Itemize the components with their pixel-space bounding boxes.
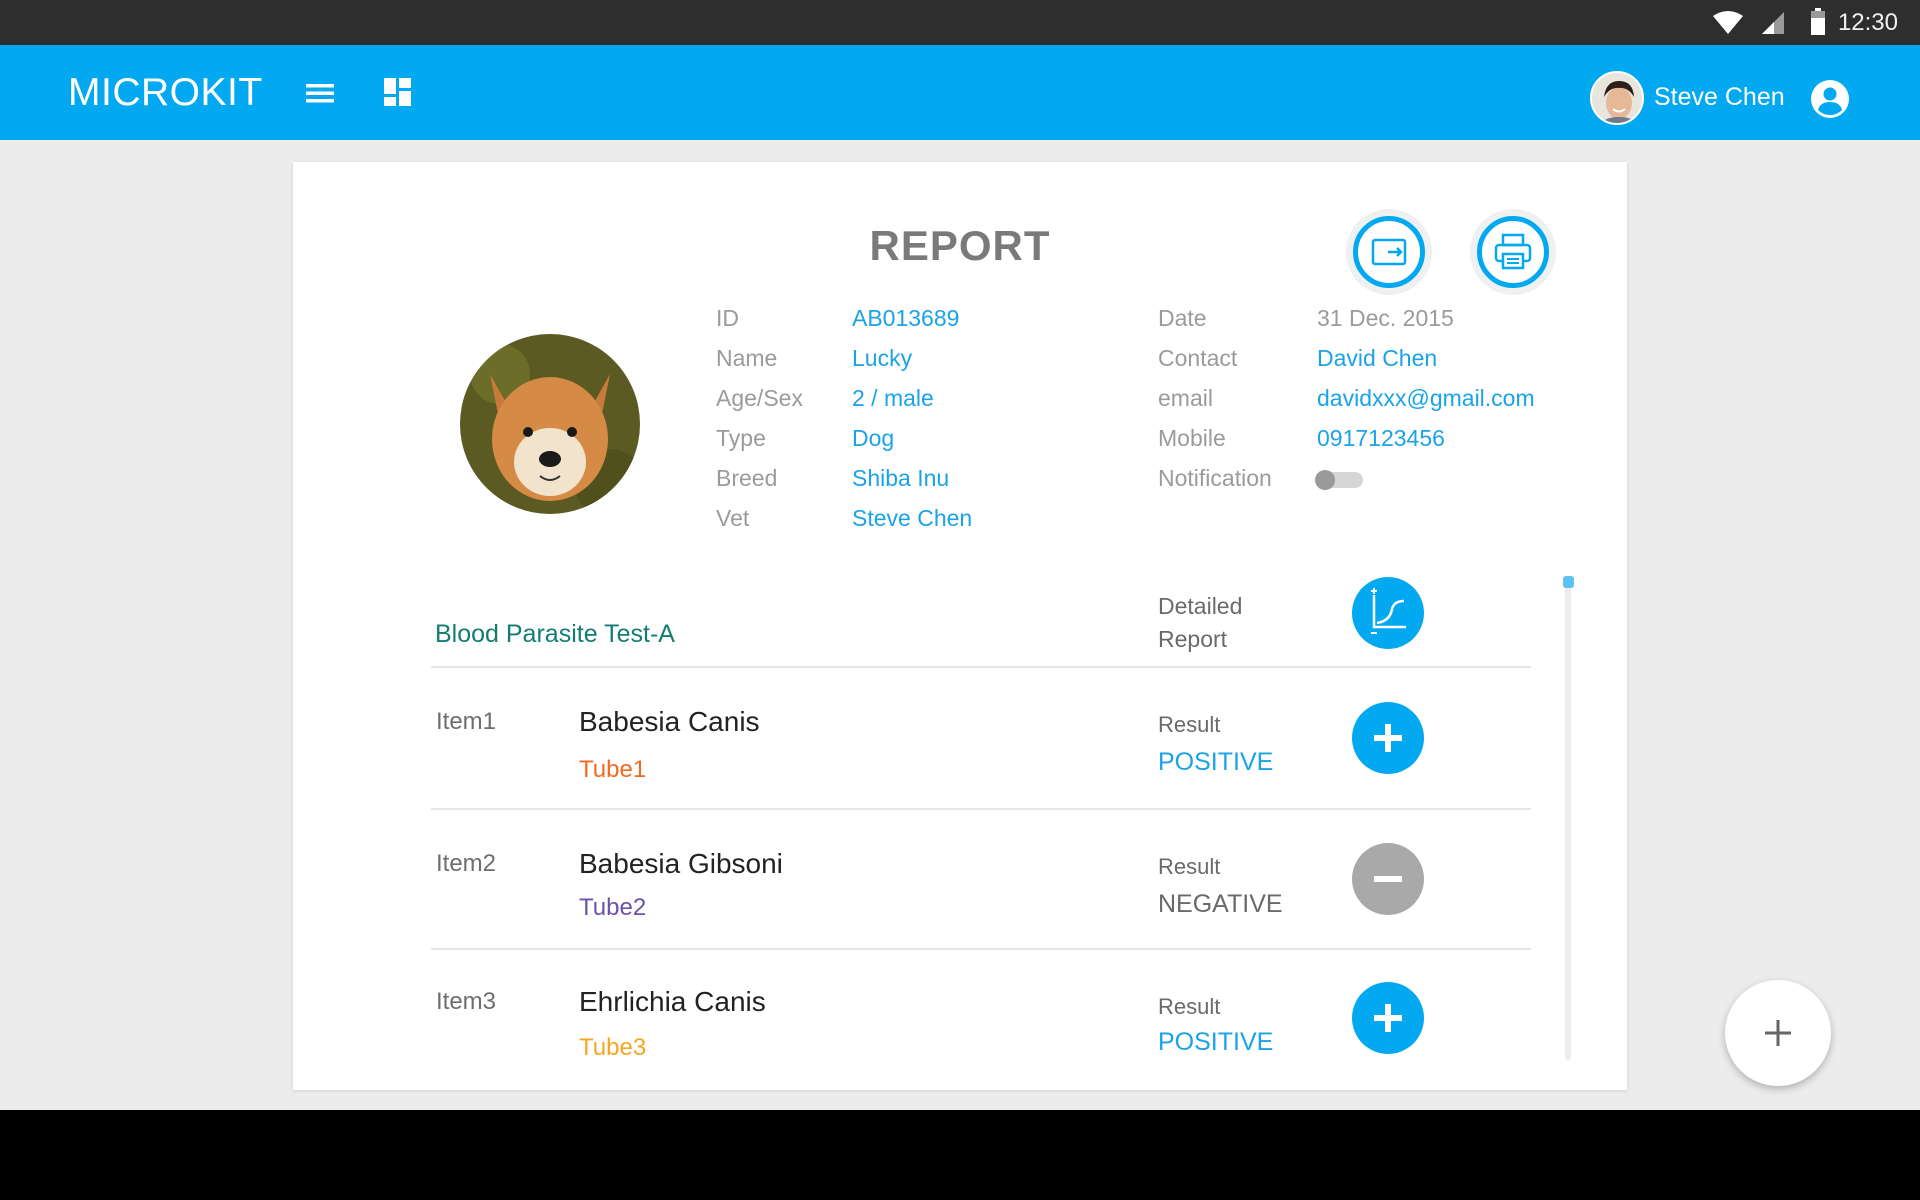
scrollbar-thumb[interactable] bbox=[1563, 576, 1574, 588]
name-label: Name bbox=[716, 345, 778, 371]
status-time: 12:30 bbox=[1837, 9, 1898, 36]
result-value: NEGATIVE bbox=[1158, 890, 1283, 918]
notification-label: Notification bbox=[1158, 465, 1272, 491]
item-tube: Tube3 bbox=[579, 1034, 647, 1061]
pet-photo bbox=[460, 334, 640, 514]
system-navigation-bar bbox=[0, 1110, 1920, 1200]
report-date: 31 Dec. 2015 bbox=[1317, 305, 1454, 331]
item-tube: Tube2 bbox=[579, 894, 647, 921]
vet-label: Vet bbox=[716, 505, 750, 531]
divider bbox=[431, 808, 1531, 810]
result-label: Result bbox=[1158, 712, 1221, 737]
minus-icon bbox=[1374, 876, 1402, 882]
dashboard-icon[interactable] bbox=[380, 74, 416, 110]
patient-info: ID AB013689 Name Lucky Age/Sex 2 / male Typ… bbox=[716, 298, 972, 538]
export-icon bbox=[1371, 238, 1407, 266]
plus-icon bbox=[1765, 1020, 1791, 1046]
type-label: Type bbox=[716, 425, 766, 451]
app-bar: MICROKIT Steve Chen bbox=[0, 45, 1920, 140]
item-label: Item3 bbox=[436, 988, 497, 1015]
plus-icon bbox=[1374, 724, 1402, 752]
owner-contact[interactable]: David Chen bbox=[1317, 338, 1437, 378]
patient-type: Dog bbox=[852, 425, 895, 451]
positive-result-button[interactable] bbox=[1352, 982, 1424, 1054]
toggle-knob bbox=[1315, 469, 1335, 490]
print-icon bbox=[1494, 233, 1532, 270]
export-button[interactable] bbox=[1346, 209, 1432, 295]
breed-label: Breed bbox=[716, 465, 778, 491]
detailed-report-label: Detailed Report bbox=[1158, 590, 1242, 656]
patient-id: AB013689 bbox=[852, 305, 960, 331]
owner-info: Date 31 Dec. 2015 Contact David Chen email… bbox=[1158, 298, 1535, 498]
detailed-report-button[interactable] bbox=[1352, 577, 1424, 649]
notification-toggle[interactable] bbox=[1315, 469, 1363, 490]
owner-email[interactable]: davidxxx@gmail.com bbox=[1317, 378, 1535, 418]
positive-result-button[interactable] bbox=[1352, 702, 1424, 774]
status-bar: 12:30 bbox=[0, 0, 1920, 45]
age-sex-label: Age/Sex bbox=[716, 385, 803, 411]
signal-icon bbox=[1762, 12, 1784, 34]
account-icon[interactable] bbox=[1810, 79, 1850, 119]
app-brand: MICROKIT bbox=[68, 71, 263, 114]
scrollbar-track[interactable] bbox=[1565, 580, 1571, 1060]
plus-icon bbox=[1374, 1004, 1402, 1032]
divider bbox=[431, 948, 1531, 950]
menu-icon[interactable] bbox=[300, 75, 340, 111]
report-card: REPORT ID AB013689 Name Lucky Age/Sex 2 … bbox=[293, 162, 1627, 1090]
result-value: POSITIVE bbox=[1158, 748, 1274, 776]
wifi-icon bbox=[1713, 11, 1743, 34]
divider bbox=[431, 666, 1531, 668]
result-label: Result bbox=[1158, 994, 1221, 1019]
date-label: Date bbox=[1158, 305, 1207, 331]
add-fab-button[interactable] bbox=[1725, 980, 1831, 1086]
mobile-label: Mobile bbox=[1158, 425, 1226, 451]
item-tube: Tube1 bbox=[579, 756, 647, 783]
detailed-label-line1: Detailed bbox=[1158, 593, 1243, 619]
battery-icon bbox=[1811, 8, 1825, 35]
user-avatar[interactable] bbox=[1590, 71, 1644, 125]
curve-chart-icon bbox=[1371, 588, 1406, 634]
patient-breed: Shiba Inu bbox=[852, 465, 950, 491]
item-label: Item1 bbox=[436, 708, 497, 735]
email-label: email bbox=[1158, 385, 1213, 411]
id-label: ID bbox=[716, 305, 739, 331]
contact-label: Contact bbox=[1158, 345, 1238, 371]
patient-age-sex: 2 / male bbox=[852, 385, 934, 411]
patient-vet: Steve Chen bbox=[852, 505, 973, 531]
item-label: Item2 bbox=[436, 850, 497, 877]
patient-name: Lucky bbox=[852, 345, 913, 371]
print-button[interactable] bbox=[1470, 209, 1556, 295]
item-name: Babesia Gibsoni bbox=[579, 848, 783, 879]
user-name[interactable]: Steve Chen bbox=[1654, 83, 1785, 112]
owner-mobile[interactable]: 0917123456 bbox=[1317, 418, 1445, 458]
negative-result-button[interactable] bbox=[1352, 843, 1424, 915]
detailed-label-line2: Report bbox=[1158, 626, 1228, 652]
item-name: Babesia Canis bbox=[579, 706, 760, 737]
result-value: POSITIVE bbox=[1158, 1028, 1274, 1056]
result-label: Result bbox=[1158, 854, 1221, 879]
test-name: Blood Parasite Test-A bbox=[435, 620, 675, 648]
item-name: Ehrlichia Canis bbox=[579, 986, 766, 1017]
